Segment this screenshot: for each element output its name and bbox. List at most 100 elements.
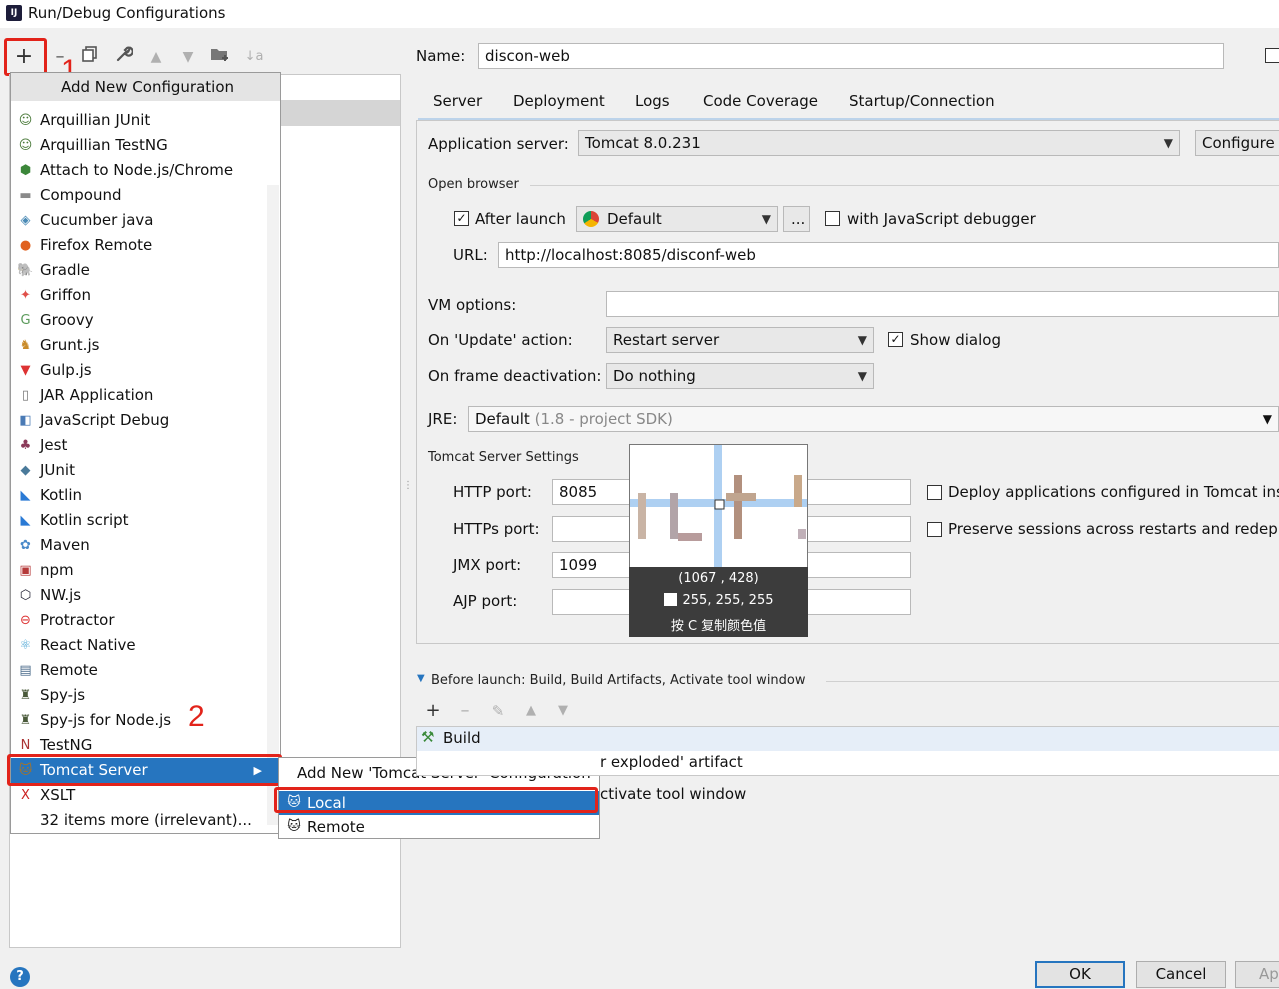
- popup-item-gradle[interactable]: 🐘 Gradle: [15, 258, 277, 283]
- popup-item-maven[interactable]: ✿ Maven: [15, 533, 277, 558]
- jre-combo[interactable]: Default (1.8 - project SDK) ▼: [468, 406, 1279, 432]
- show-dialog-checkbox[interactable]: ✓: [888, 332, 903, 347]
- open-browser-title: Open browser: [428, 177, 519, 192]
- share-checkbox[interactable]: [1265, 48, 1279, 63]
- splitter-handle[interactable]: ⋮: [403, 480, 413, 500]
- popup-item-label: NW.js: [40, 586, 82, 604]
- kotlin-icon: ◣: [20, 488, 31, 503]
- list-item[interactable]: ctivate tool window: [600, 785, 746, 803]
- tab-deployment[interactable]: Deployment: [513, 92, 605, 110]
- after-launch-label: After launch: [475, 210, 566, 228]
- preserve-sessions-checkbox[interactable]: [927, 522, 942, 537]
- list-item[interactable]: r exploded' artifact: [600, 753, 743, 771]
- popup-item-junit[interactable]: ◆ JUnit: [15, 458, 277, 483]
- app-server-combo[interactable]: Tomcat 8.0.231 ▼: [578, 130, 1180, 156]
- tab-logs[interactable]: Logs: [635, 92, 670, 110]
- popup-item-grunt-js[interactable]: ♞ Grunt.js: [15, 333, 277, 358]
- popup-item-remote[interactable]: ▤ Remote: [15, 658, 277, 683]
- popup-item-arquillian-junit[interactable]: ☺ Arquillian JUnit: [15, 108, 277, 133]
- add-icon[interactable]: +: [421, 699, 445, 723]
- popup-item-gulp-js[interactable]: ▼ Gulp.js: [15, 358, 277, 383]
- popup-item-protractor[interactable]: ⊖ Protractor: [15, 608, 277, 633]
- after-launch-checkbox[interactable]: ✓: [454, 211, 469, 226]
- popup-item-cucumber-java[interactable]: ◈ Cucumber java: [15, 208, 277, 233]
- tab-server[interactable]: Server: [433, 92, 482, 110]
- annotation-box-1: [4, 38, 47, 76]
- popup-item-label: JAR Application: [40, 386, 154, 404]
- popup-item-32-items-more-irrelevant[interactable]: 32 items more (irrelevant)...: [15, 808, 277, 833]
- popup-item-nw-js[interactable]: ⬡ NW.js: [15, 583, 277, 608]
- tab-startup-connection[interactable]: Startup/Connection: [849, 92, 995, 110]
- submenu-item-remote[interactable]: 🐱 Remote: [279, 815, 599, 839]
- on-update-combo[interactable]: Restart server ▼: [606, 327, 874, 353]
- popup-item-kotlin[interactable]: ◣ Kotlin: [15, 483, 277, 508]
- popup-item-spy-js[interactable]: ♜ Spy-js: [15, 683, 277, 708]
- list-item[interactable]: ⚒ Build: [417, 727, 1279, 751]
- popup-item-firefox-remote[interactable]: ● Firefox Remote: [15, 233, 277, 258]
- http-port-label: HTTP port:: [453, 483, 532, 501]
- move-down-icon[interactable]: ▼: [176, 45, 200, 69]
- popup-item-javascript-debug[interactable]: ◧ JavaScript Debug: [15, 408, 277, 433]
- edit-icon[interactable]: ✎: [486, 699, 510, 723]
- remove-icon[interactable]: –: [453, 699, 477, 723]
- popup-item-spy-js-for-node-js[interactable]: ♜ Spy-js for Node.js: [15, 708, 277, 733]
- configure-button[interactable]: Configure: [1195, 130, 1279, 156]
- popup-item-label: Arquillian JUnit: [40, 111, 151, 129]
- chevron-down-icon: ▼: [857, 333, 867, 347]
- jest-icon: ♣: [19, 438, 32, 453]
- popup-item-jest[interactable]: ♣ Jest: [15, 433, 277, 458]
- copy-icon[interactable]: [78, 45, 102, 69]
- move-up-icon[interactable]: ▲: [144, 45, 168, 69]
- popup-item-jar-application[interactable]: ▯ JAR Application: [15, 383, 277, 408]
- npm-icon: ▣: [19, 563, 32, 578]
- deploy-apps-checkbox[interactable]: [927, 485, 942, 500]
- popup-item-label: Protractor: [40, 611, 115, 629]
- hammer-icon: ⚒: [421, 728, 435, 746]
- popup-item-compound[interactable]: ▬ Compound: [15, 183, 277, 208]
- popup-item-react-native[interactable]: ⚛ React Native: [15, 633, 277, 658]
- move-down-icon[interactable]: ▼: [551, 699, 575, 723]
- popup-item-arquillian-testng[interactable]: ☺ Arquillian TestNG: [15, 133, 277, 158]
- collapse-triangle-icon[interactable]: ▼: [417, 673, 425, 684]
- url-field[interactable]: http://localhost:8085/disconf-web: [498, 242, 1279, 268]
- popup-item-label: JUnit: [40, 461, 75, 479]
- help-icon[interactable]: ?: [10, 967, 30, 987]
- tree-selected-row[interactable]: [280, 100, 400, 126]
- vm-options-field[interactable]: [606, 291, 1279, 317]
- popup-item-label: React Native: [40, 636, 136, 654]
- popup-item-label: Maven: [40, 536, 90, 554]
- tomcat-settings-title: Tomcat Server Settings: [428, 450, 579, 465]
- vm-options-label: VM options:: [428, 296, 517, 314]
- popup-item-kotlin-script[interactable]: ◣ Kotlin script: [15, 508, 277, 533]
- chevron-down-icon: ▼: [857, 369, 867, 383]
- popup-item-npm[interactable]: ▣ npm: [15, 558, 277, 583]
- browser-combo[interactable]: Default ▼: [576, 206, 778, 232]
- popup-item-groovy[interactable]: G Groovy: [15, 308, 277, 333]
- popup-item-label: Spy-js: [40, 686, 86, 704]
- tab-code-coverage[interactable]: Code Coverage: [703, 92, 818, 110]
- https-port-label: HTTPs port:: [453, 520, 540, 538]
- ok-button[interactable]: OK: [1035, 961, 1125, 988]
- griffon-icon: ✦: [20, 288, 31, 303]
- popup-item-label: Spy-js for Node.js: [40, 711, 172, 729]
- popup-item-griffon[interactable]: ✦ Griffon: [15, 283, 277, 308]
- wrench-icon[interactable]: [112, 45, 136, 69]
- before-launch-title[interactable]: Before launch: Build, Build Artifacts, A…: [431, 673, 806, 688]
- popup-item-label: Compound: [40, 186, 122, 204]
- remove-icon[interactable]: –: [48, 45, 72, 69]
- cancel-button[interactable]: Cancel: [1136, 961, 1226, 988]
- popup-item-label: XSLT: [40, 786, 76, 804]
- on-frame-combo[interactable]: Do nothing ▼: [606, 363, 874, 389]
- color-swatch: [663, 593, 677, 606]
- sort-icon[interactable]: ↓a: [242, 45, 266, 69]
- apply-button[interactable]: Ap: [1235, 961, 1279, 988]
- move-up-icon[interactable]: ▲: [519, 699, 543, 723]
- js-debugger-checkbox[interactable]: [825, 211, 840, 226]
- popup-item-label: Kotlin script: [40, 511, 129, 529]
- popup-item-label: Remote: [40, 661, 98, 679]
- popup-item-xslt[interactable]: X XSLT: [15, 783, 277, 808]
- browse-button[interactable]: ...: [783, 206, 810, 232]
- name-field[interactable]: discon-web: [478, 43, 1224, 69]
- popup-item-attach-to-node-js-chrome[interactable]: ⬢ Attach to Node.js/Chrome: [15, 158, 277, 183]
- folder-add-icon[interactable]: [208, 45, 232, 69]
